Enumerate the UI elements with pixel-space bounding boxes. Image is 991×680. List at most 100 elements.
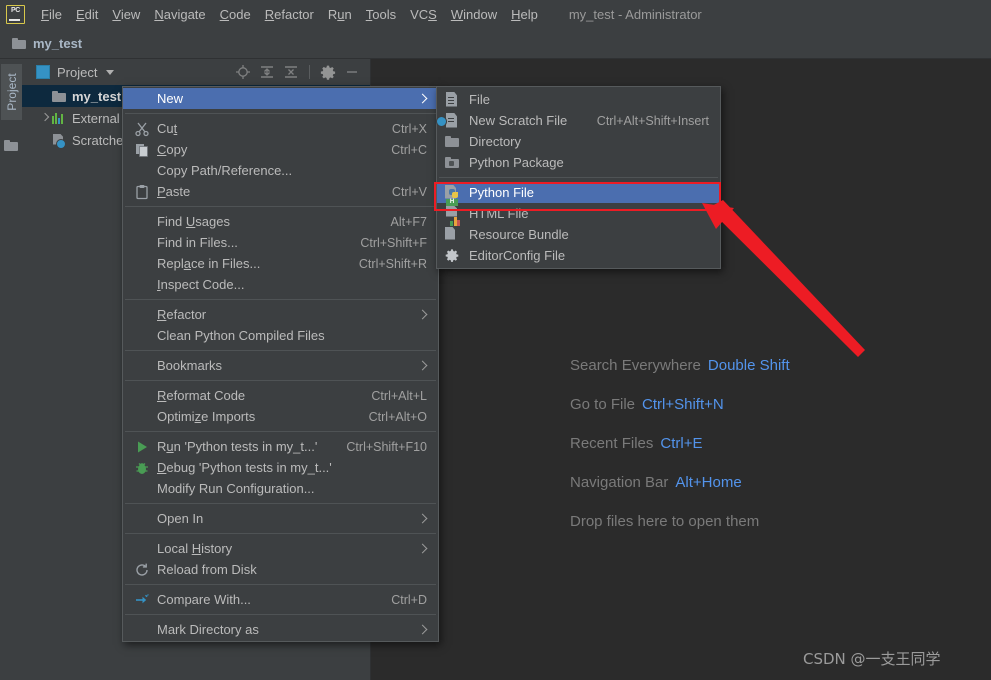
no-icon (134, 163, 151, 179)
menu-item-label: Refactor (157, 307, 207, 322)
tool-window-button-project[interactable]: Project (1, 64, 23, 120)
context-menu-item-reformat-code[interactable]: Reformat Code Ctrl+Alt+L (123, 385, 438, 406)
no-icon (134, 481, 151, 497)
context-menu-item-modify-run-configuration[interactable]: Modify Run Configuration... (123, 478, 438, 499)
menu-run[interactable]: Run (321, 4, 359, 25)
expand-all-icon[interactable] (257, 62, 277, 82)
watermark: CSDN @一支王同学 (803, 650, 941, 668)
hint-row: Navigation Bar Alt+Home (570, 471, 790, 510)
menu-item-label: EditorConfig File (469, 248, 566, 263)
submenu-item-resource-bundle[interactable]: Resource Bundle (437, 216, 720, 245)
context-menu-item-reload-from-disk[interactable]: Reload from Disk (123, 559, 438, 580)
menu-item-label: Python Package (469, 155, 564, 170)
hint-row: Drop files here to open them (570, 510, 790, 549)
locate-icon[interactable] (233, 62, 253, 82)
collapse-all-icon[interactable] (281, 62, 301, 82)
submenu-item-directory[interactable]: Directory (437, 131, 720, 152)
menu-tools[interactable]: Tools (359, 4, 403, 25)
context-menu-item-refactor[interactable]: Refactor (123, 304, 438, 325)
context-menu-item-inspect-code[interactable]: Inspect Code... (123, 274, 438, 295)
menu-file[interactable]: File (34, 4, 69, 25)
resource-bundle-icon (445, 216, 462, 243)
context-menu-item-paste[interactable]: Paste Ctrl+V (123, 181, 438, 202)
menu-view[interactable]: View (105, 4, 147, 25)
context-menu-item-find-in-files[interactable]: Find in Files... Ctrl+Shift+F (123, 232, 438, 253)
hint-label: Recent Files (570, 435, 654, 452)
menu-item-label: Copy (157, 142, 188, 157)
logo-bar (9, 18, 20, 21)
menu-item-label: HTML File (469, 206, 529, 221)
no-icon (134, 235, 151, 251)
submenu-item-html-file[interactable]: H HTML File (437, 198, 720, 224)
menu-refactor[interactable]: Refactor (258, 4, 321, 25)
menu-separator (125, 299, 436, 300)
new-submenu: File New Scratch File Ctrl+Alt+Shift+Ins… (436, 86, 721, 269)
menu-item-label: Optimize Imports (157, 409, 256, 424)
no-icon (134, 511, 151, 527)
context-menu-item-copy[interactable]: Copy Ctrl+C (123, 139, 438, 160)
menu-vcs[interactable]: VCS (403, 4, 444, 25)
menu-item-shortcut: Ctrl+Shift+F (360, 235, 427, 250)
submenu-item-python-file[interactable]: Python File (437, 182, 720, 203)
folder-icon (12, 37, 26, 49)
submenu-item-new-scratch-file[interactable]: New Scratch File Ctrl+Alt+Shift+Insert (436, 110, 720, 131)
reload-icon (134, 562, 151, 578)
context-menu-item-mark-directory-as[interactable]: Mark Directory as (123, 619, 438, 640)
menu-item-label: Reformat Code (157, 388, 246, 403)
context-menu-item-copy-path-reference[interactable]: Copy Path/Reference... (123, 160, 438, 181)
chevron-right-icon (417, 624, 428, 635)
chevron-right-icon[interactable] (38, 111, 52, 125)
library-icon (52, 112, 66, 124)
context-menu-item-clean-python-compiled-files[interactable]: Clean Python Compiled Files (123, 325, 438, 346)
menu-separator (125, 113, 436, 114)
submenu-item-python-package[interactable]: Python Package (437, 152, 720, 173)
settings-gear-icon[interactable] (318, 62, 338, 82)
context-menu-item-open-in[interactable]: Open In (123, 508, 438, 529)
copy-icon (134, 142, 151, 158)
project-panel-header: Project (22, 59, 370, 85)
context-menu-item-run-python-tests[interactable]: Run 'Python tests in my_t...' Ctrl+Shift… (123, 436, 438, 457)
menu-help[interactable]: Help (504, 4, 545, 25)
structure-folder-icon[interactable] (4, 140, 18, 151)
folder-icon (52, 90, 66, 102)
no-icon (134, 328, 151, 344)
chevron-down-icon[interactable] (106, 69, 115, 75)
chevron-right-icon (417, 513, 428, 524)
context-menu-item-compare-with[interactable]: Compare With... Ctrl+D (123, 589, 438, 610)
no-icon (134, 91, 151, 107)
tree-item-label: my_test (72, 88, 122, 104)
menu-separator (125, 533, 436, 534)
menu-navigate[interactable]: Navigate (147, 4, 212, 25)
hide-panel-icon[interactable] (342, 62, 362, 82)
submenu-item-file[interactable]: File (437, 89, 720, 110)
menu-separator (125, 503, 436, 504)
hint-label: Search Everywhere (570, 357, 701, 374)
menu-bar: PC File Edit View Navigate Code Refactor… (0, 0, 991, 29)
menu-item-shortcut: Alt+F7 (390, 214, 427, 229)
breadcrumb-my-test[interactable]: my_test (33, 36, 82, 51)
no-icon (134, 256, 151, 272)
menu-item-label: Debug 'Python tests in my_t...' (157, 460, 332, 475)
context-menu-item-replace-in-files[interactable]: Replace in Files... Ctrl+Shift+R (123, 253, 438, 274)
context-menu-item-find-usages[interactable]: Find Usages Alt+F7 (123, 211, 438, 232)
menu-code[interactable]: Code (213, 4, 258, 25)
menu-item-shortcut: Ctrl+Alt+O (368, 409, 427, 424)
submenu-item-editorconfig-file[interactable]: EditorConfig File (437, 245, 720, 266)
context-menu-item-new[interactable]: New (123, 88, 438, 109)
no-icon (134, 622, 151, 638)
context-menu-item-local-history[interactable]: Local History (123, 538, 438, 559)
context-menu: New Cut Ctrl+X Copy Ctrl+C Copy Path/Ref… (122, 86, 439, 642)
context-menu-item-cut[interactable]: Cut Ctrl+X (123, 118, 438, 139)
context-menu-item-debug-python-tests[interactable]: Debug 'Python tests in my_t...' (123, 457, 438, 478)
directory-icon (445, 134, 462, 150)
context-menu-item-optimize-imports[interactable]: Optimize Imports Ctrl+Alt+O (123, 406, 438, 427)
menu-separator (125, 350, 436, 351)
menu-item-label: Open In (157, 511, 204, 526)
hint-key: Ctrl+Shift+N (642, 396, 724, 413)
menu-window[interactable]: Window (444, 4, 504, 25)
menu-item-shortcut: Ctrl+Shift+F10 (346, 439, 427, 454)
menu-item-label: Modify Run Configuration... (157, 481, 315, 496)
menu-edit[interactable]: Edit (69, 4, 105, 25)
menu-item-label: Replace in Files... (157, 256, 261, 271)
context-menu-item-bookmarks[interactable]: Bookmarks (123, 355, 438, 376)
